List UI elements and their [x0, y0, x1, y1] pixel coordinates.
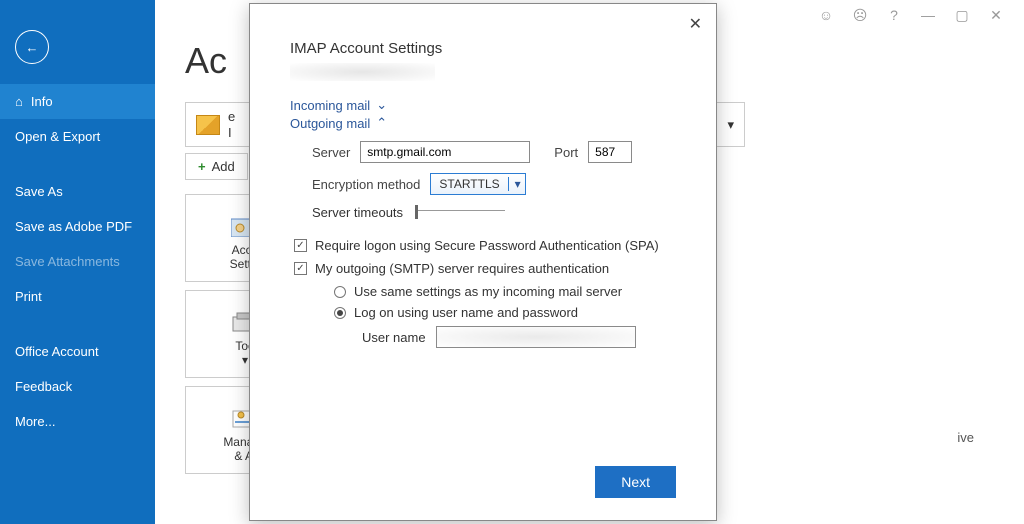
back-arrow-icon: ← [26, 40, 39, 55]
account-email-redacted [290, 63, 435, 81]
chevron-up-icon: ⌃ [376, 115, 387, 131]
sidebar-item-label: Save as Adobe PDF [15, 219, 132, 234]
sidebar-item-label: Save As [15, 184, 63, 199]
chevron-down-icon: ▾ [242, 353, 248, 367]
smtp-auth-checkbox[interactable] [294, 262, 307, 275]
encryption-label: Encryption method [312, 177, 420, 192]
username-input[interactable] [436, 326, 636, 348]
imap-settings-dialog: ✕ IMAP Account Settings Incoming mail ⌄ … [249, 3, 717, 521]
encryption-value: STARTTLS [439, 177, 499, 191]
chevron-down-icon[interactable]: ▾ [716, 117, 734, 133]
sidebar-item-label: Save Attachments [15, 254, 120, 269]
section-label: Incoming mail [290, 98, 370, 113]
server-label: Server [312, 145, 350, 160]
sidebar-item-office-account[interactable]: Office Account [0, 334, 155, 369]
sidebar-item-label: Feedback [15, 379, 72, 394]
backstage-sidebar: ← ⌂ Info Open & Export Save As Save as A… [0, 0, 155, 524]
radio-label: Log on using user name and password [354, 305, 578, 320]
smtp-auth-label: My outgoing (SMTP) server requires authe… [315, 261, 609, 276]
sidebar-item-save-as[interactable]: Save As [0, 174, 155, 209]
sidebar-item-save-attachments: Save Attachments [0, 244, 155, 279]
dialog-title: IMAP Account Settings [290, 40, 694, 57]
logon-username-radio[interactable] [334, 307, 346, 319]
server-input[interactable] [360, 141, 530, 163]
sidebar-item-label: Print [15, 289, 42, 304]
radio-label: Use same settings as my incoming mail se… [354, 284, 622, 299]
sidebar-item-label: Info [31, 94, 53, 109]
mailbox-icon [196, 115, 220, 135]
back-button[interactable]: ← [15, 30, 49, 64]
close-dialog-button[interactable]: ✕ [689, 14, 702, 34]
outgoing-mail-body: Server Port Encryption method STARTTLS ▾… [272, 131, 694, 348]
sidebar-item-print[interactable]: Print [0, 279, 155, 314]
sidebar-item-info[interactable]: ⌂ Info [0, 84, 155, 119]
sidebar-item-label: Open & Export [15, 129, 100, 144]
add-account-button[interactable]: + Add [185, 153, 248, 180]
username-label: User name [362, 330, 426, 345]
sidebar-item-open-export[interactable]: Open & Export [0, 119, 155, 154]
partial-text: ive [957, 430, 974, 445]
port-input[interactable] [588, 141, 632, 163]
sidebar-item-feedback[interactable]: Feedback [0, 369, 155, 404]
sidebar-item-label: Office Account [15, 344, 99, 359]
account-email-line1: e [228, 109, 235, 125]
chevron-down-icon: ⌄ [376, 97, 387, 113]
incoming-mail-section-toggle[interactable]: Incoming mail ⌄ [290, 97, 387, 113]
slider-thumb[interactable] [415, 205, 418, 219]
use-same-settings-radio[interactable] [334, 286, 346, 298]
outgoing-mail-section-toggle[interactable]: Outgoing mail ⌃ [290, 115, 387, 131]
sidebar-item-more[interactable]: More... [0, 404, 155, 439]
server-timeouts-slider[interactable] [415, 210, 505, 216]
next-button[interactable]: Next [595, 466, 676, 498]
spa-checkbox[interactable] [294, 239, 307, 252]
server-timeouts-label: Server timeouts [312, 205, 403, 220]
section-label: Outgoing mail [290, 116, 370, 131]
plus-icon: + [198, 159, 206, 174]
account-email-line2: I [228, 125, 235, 141]
spa-label: Require logon using Secure Password Auth… [315, 238, 659, 253]
encryption-method-dropdown[interactable]: STARTTLS ▾ [430, 173, 525, 195]
port-label: Port [554, 145, 578, 160]
home-icon: ⌂ [15, 94, 23, 109]
add-account-label: Add [212, 159, 235, 174]
sidebar-item-label: More... [15, 414, 55, 429]
chevron-down-icon: ▾ [508, 177, 521, 191]
sidebar-item-save-pdf[interactable]: Save as Adobe PDF [0, 209, 155, 244]
